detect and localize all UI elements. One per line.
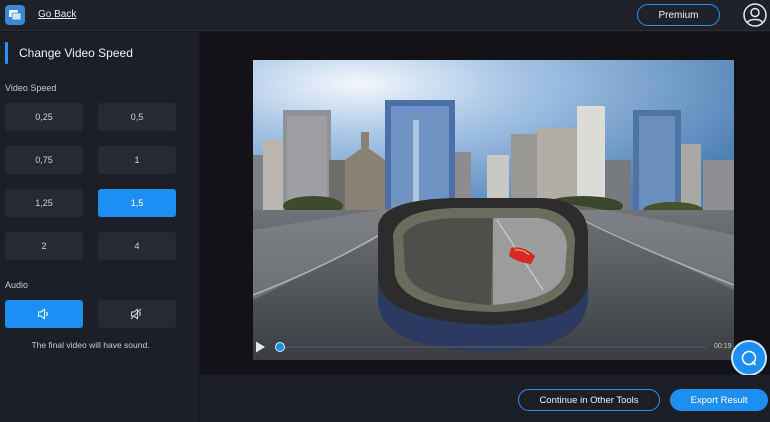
section-title: Change Video Speed [19,46,133,60]
top-bar: Go Back Premium [0,0,770,31]
premium-button[interactable]: Premium [637,4,720,26]
speed-button-1-5-selected[interactable]: 1,5 [98,189,176,217]
settings-sidebar: Change Video Speed Video Speed 0,25 0,5 … [0,32,199,422]
preview-area [200,32,770,374]
speed-button-0-25[interactable]: 0,25 [5,103,83,131]
speed-button-2[interactable]: 2 [5,232,83,260]
export-result-button[interactable]: Export Result [670,389,768,411]
user-avatar-icon[interactable] [743,3,767,27]
bottom-action-bar: Continue in Other Tools Export Result [200,375,770,422]
go-back-link[interactable]: Go Back [38,9,76,20]
speed-button-0-5[interactable]: 0,5 [98,103,176,131]
video-preview[interactable] [253,60,734,360]
sound-off-button[interactable] [98,300,176,328]
sound-on-button[interactable] [5,300,83,328]
progress-track[interactable] [280,346,706,348]
speaker-icon [37,308,48,320]
speed-button-1[interactable]: 1 [98,146,176,174]
chat-help-icon[interactable] [731,340,767,376]
video-speed-label: Video Speed [5,83,57,93]
speed-button-0-75[interactable]: 0,75 [5,146,83,174]
player-controls: 00:19 [253,337,734,357]
speaker-muted-icon [130,308,142,320]
section-accent-bar [5,42,8,64]
section-header: Change Video Speed [0,42,199,64]
continue-in-other-tools-button[interactable]: Continue in Other Tools [518,389,660,411]
app-logo-icon[interactable] [5,5,25,25]
audio-note: The final video will have sound. [31,340,150,350]
play-icon[interactable] [253,340,267,354]
speed-button-1-25[interactable]: 1,25 [5,189,83,217]
progress-knob[interactable] [275,342,285,352]
audio-label: Audio [5,280,29,290]
speed-button-4[interactable]: 4 [98,232,176,260]
video-frame-image [253,60,734,360]
time-label: 00:19 [714,343,732,350]
